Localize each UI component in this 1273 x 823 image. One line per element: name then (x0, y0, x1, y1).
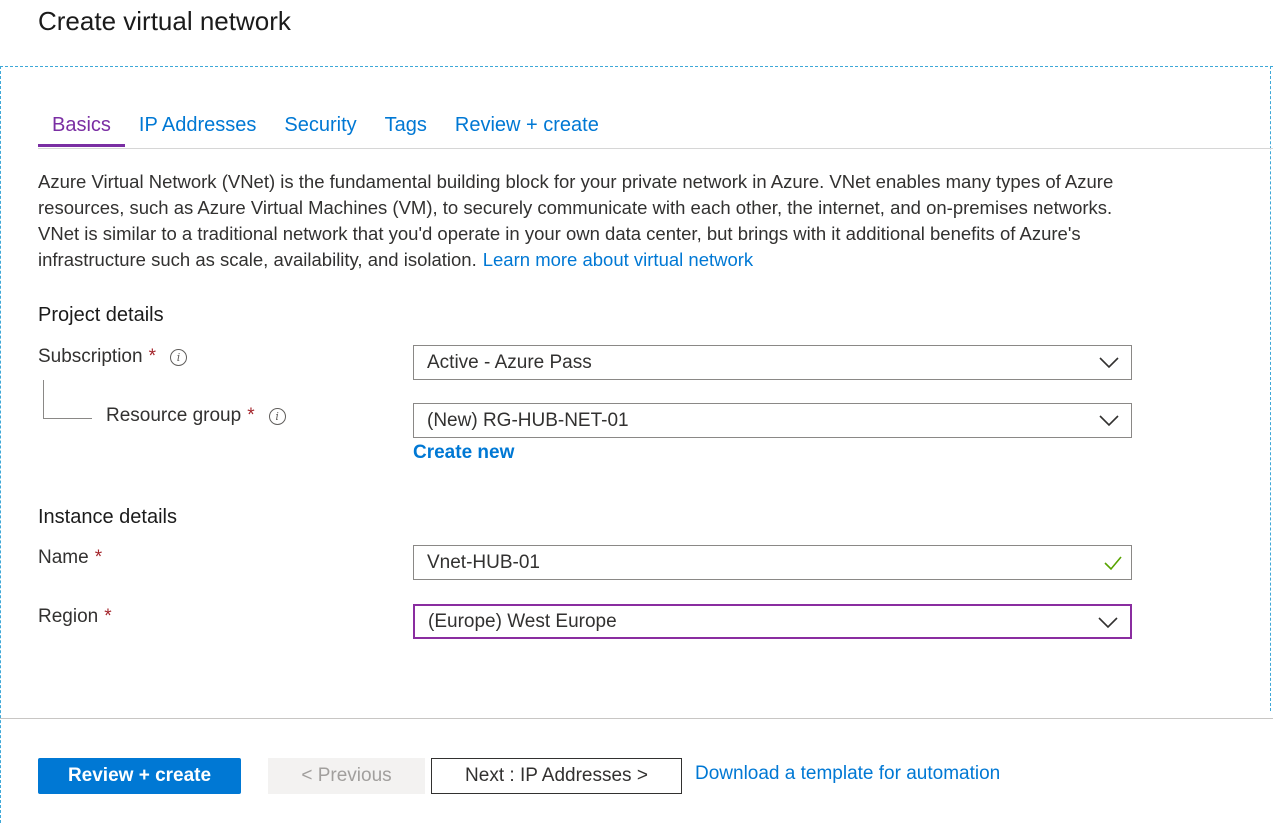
review-create-button[interactable]: Review + create (38, 758, 241, 794)
tab-review-create[interactable]: Review + create (441, 110, 613, 143)
footer-divider (0, 718, 1273, 719)
region-select[interactable]: (Europe) West Europe (413, 604, 1132, 639)
info-icon[interactable]: i (268, 407, 286, 425)
subscription-select[interactable]: Active - Azure Pass (413, 345, 1132, 380)
download-template-link[interactable]: Download a template for automation (695, 763, 1000, 785)
subscription-label: Subscription * i (38, 346, 187, 368)
name-value: Vnet-HUB-01 (427, 551, 540, 573)
chevron-down-icon (1099, 415, 1119, 427)
name-input[interactable]: Vnet-HUB-01 (413, 545, 1132, 580)
intro-paragraph: Azure Virtual Network (VNet) is the fund… (38, 169, 1138, 273)
name-label-text: Name (38, 547, 89, 568)
region-label-text: Region (38, 606, 99, 627)
required-asterisk: * (104, 606, 112, 627)
chevron-down-icon (1099, 357, 1119, 369)
chevron-down-icon (1098, 617, 1118, 629)
region-value: (Europe) West Europe (428, 610, 617, 632)
next-button[interactable]: Next : IP Addresses > (431, 758, 682, 794)
project-details-heading: Project details (38, 304, 164, 326)
tab-security[interactable]: Security (270, 110, 370, 143)
required-asterisk: * (94, 547, 103, 568)
resource-group-label-text: Resource group (106, 405, 242, 426)
tree-connector (43, 380, 92, 419)
checkmark-icon (1104, 556, 1122, 571)
blade-border-left (0, 66, 1, 823)
required-asterisk: * (247, 405, 255, 426)
resource-group-value: (New) RG-HUB-NET-01 (427, 409, 629, 431)
create-new-link[interactable]: Create new (413, 442, 514, 464)
instance-details-heading: Instance details (38, 506, 177, 528)
tab-basics[interactable]: Basics (38, 110, 125, 147)
region-label: Region * (38, 606, 112, 628)
tab-tags[interactable]: Tags (371, 110, 441, 143)
tab-bar: Basics IP Addresses Security Tags Review… (38, 110, 1273, 149)
subscription-value: Active - Azure Pass (427, 351, 592, 373)
info-icon[interactable]: i (169, 348, 187, 366)
blade-border-top (0, 66, 1273, 67)
required-asterisk: * (148, 346, 156, 367)
subscription-label-text: Subscription (38, 346, 143, 367)
blade-border-right (1270, 66, 1271, 711)
tab-ip-addresses[interactable]: IP Addresses (125, 110, 270, 143)
previous-button[interactable]: < Previous (268, 758, 425, 794)
resource-group-select[interactable]: (New) RG-HUB-NET-01 (413, 403, 1132, 438)
resource-group-label: Resource group * i (106, 405, 286, 427)
name-label: Name * (38, 547, 102, 569)
page-title: Create virtual network (38, 6, 291, 36)
learn-more-link[interactable]: Learn more about virtual network (483, 249, 753, 270)
